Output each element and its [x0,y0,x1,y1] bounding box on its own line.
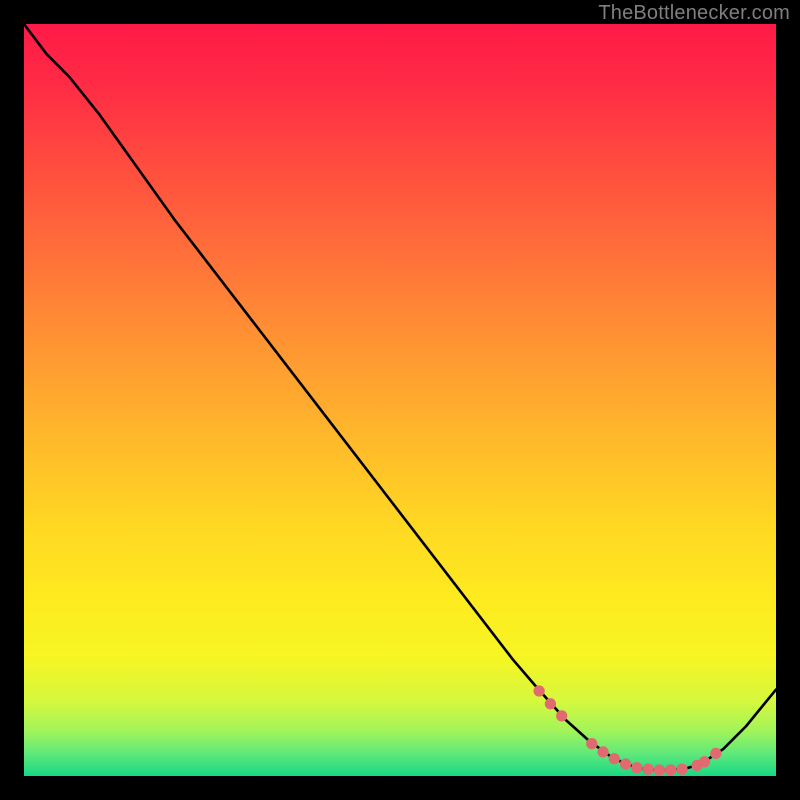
bottleneck-chart [24,24,776,776]
marker-point [556,710,567,721]
marker-point [586,738,597,749]
marker-point [620,758,631,769]
marker-point [609,753,620,764]
marker-point [665,764,676,775]
gradient-background [24,24,776,776]
marker-point [631,762,642,773]
marker-point [699,756,710,767]
marker-point [533,685,544,696]
chart-stage: TheBottlenecker.com [0,0,800,800]
marker-point [545,698,556,709]
marker-point [710,748,721,759]
marker-point [643,764,654,775]
marker-point [597,746,608,757]
marker-point [676,764,687,775]
attribution-text: TheBottlenecker.com [598,2,790,25]
marker-point [654,764,665,775]
